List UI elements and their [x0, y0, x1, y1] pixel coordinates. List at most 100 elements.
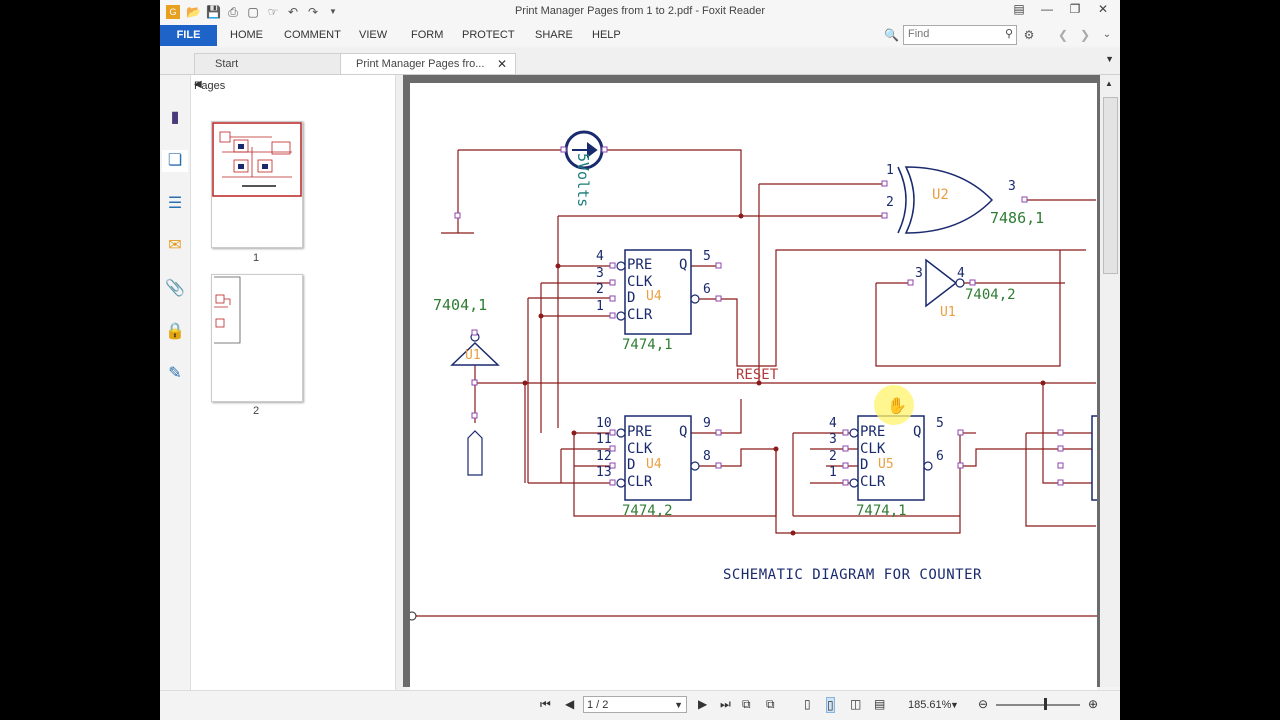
find-options-icon[interactable]: 🔍	[884, 28, 899, 42]
tab-list-dropdown-icon[interactable]: ▼	[1105, 54, 1114, 64]
continuous-page-icon[interactable]: ▯	[826, 697, 835, 713]
next-view-icon[interactable]: ⧉	[766, 697, 775, 712]
pages-icon[interactable]: ❏	[162, 150, 188, 172]
pin-number: 2	[886, 195, 894, 210]
document-tab-bar: Start Print Manager Pages fro... ✕ ▼	[160, 48, 1120, 75]
comments-icon[interactable]: ✉	[164, 235, 186, 257]
layers-icon[interactable]: ☰	[164, 193, 186, 215]
page-thumbnail-1-label: 1	[253, 252, 260, 264]
zoom-dropdown-icon[interactable]: ▼	[950, 700, 959, 710]
gate-u2-part: 7486,1	[990, 209, 1045, 227]
back-arrow-icon[interactable]: ❮	[1056, 28, 1070, 42]
document-view[interactable]: ✋ 5Volts U2 7486,1 U1 7404,2 U1 7404,1 P…	[403, 75, 1100, 693]
pin-number: 2	[829, 449, 837, 464]
pin-number: 6	[936, 449, 944, 464]
flipflop-3-part: 7474,1	[856, 503, 907, 519]
zoom-out-icon[interactable]: ⊖	[978, 697, 988, 711]
continuous-facing-icon[interactable]: ▤	[874, 697, 885, 711]
tab-start[interactable]: Start	[194, 53, 344, 74]
menu-comment[interactable]: COMMENT	[284, 29, 341, 41]
tab-document[interactable]: Print Manager Pages fro... ✕	[340, 53, 516, 74]
gear-icon[interactable]: ⚙	[1022, 28, 1036, 42]
first-page-icon[interactable]: ⏮	[540, 697, 551, 712]
collapse-ribbon-icon[interactable]: ⌄	[1100, 28, 1114, 42]
thumbnail-1-preview	[212, 122, 302, 197]
attachment-icon[interactable]: 📎	[164, 278, 186, 300]
pin-number: 10	[596, 416, 612, 431]
page-number-value: 1 / 2	[587, 699, 609, 711]
zoom-level[interactable]: 185.61%	[908, 699, 951, 711]
scroll-up-icon[interactable]: ▲	[1105, 79, 1113, 88]
pin-number: 9	[703, 416, 711, 431]
schematic-caption: SCHEMATIC DIAGRAM FOR COUNTER	[723, 567, 982, 583]
bookmark-icon[interactable]: ▮	[164, 107, 186, 129]
file-menu-button[interactable]: FILE	[160, 25, 217, 46]
inverter-left-part: 7404,1	[433, 296, 488, 314]
title-bar: G 📂 💾 ⎙ ▢ ☞ ↶ ↷ ▼ Print Manager Pages fr…	[160, 0, 1120, 25]
close-button[interactable]: ✕	[1096, 2, 1110, 16]
previous-view-icon[interactable]: ⧉	[742, 697, 751, 712]
pin-number: 4	[596, 249, 604, 264]
vertical-scrollbar[interactable]: ▲	[1100, 75, 1120, 687]
forward-arrow-icon[interactable]: ❯	[1078, 28, 1092, 42]
lock-icon[interactable]: 🔒	[164, 321, 186, 343]
pin-number: 4	[829, 416, 837, 431]
pin-number: 1	[596, 299, 604, 314]
flipflop-1-q: Q	[679, 257, 688, 273]
zoom-in-icon[interactable]: ⊕	[1088, 697, 1098, 711]
page-thumbnail-2[interactable]	[211, 274, 303, 402]
menu-view[interactable]: VIEW	[359, 29, 387, 41]
flipflop-1-part: 7474,1	[622, 337, 673, 353]
pin-number: 11	[596, 432, 612, 447]
tab-document-label: Print Manager Pages fro...	[356, 58, 485, 70]
menu-share[interactable]: SHARE	[535, 29, 573, 41]
page-number-field[interactable]: 1 / 2 ▼	[583, 696, 687, 713]
maximize-button[interactable]: ❐	[1068, 2, 1082, 16]
menu-protect[interactable]: PROTECT	[462, 29, 515, 41]
navigation-rail: ▮ ❏ ☰ ✉ 📎 🔒 ✎	[160, 75, 191, 690]
menu-help[interactable]: HELP	[592, 29, 621, 41]
previous-page-icon[interactable]: ◀	[565, 697, 574, 711]
page-thumbnail-1[interactable]	[211, 121, 303, 248]
schematic-labels: 5Volts U2 7486,1 U1 7404,2 U1 7404,1 PRE…	[410, 83, 1097, 693]
menu-form[interactable]: FORM	[411, 29, 443, 41]
collapse-panel-icon[interactable]: ◀	[194, 79, 391, 90]
pin-number: 4	[957, 266, 965, 281]
flipflop-2-id: U4	[646, 457, 662, 472]
pin-number: 3	[915, 266, 923, 281]
find-box: ⚲	[903, 25, 1017, 45]
single-page-icon[interactable]: ▯	[804, 697, 811, 711]
next-page-icon[interactable]: ▶	[698, 697, 707, 711]
pin-number: 3	[596, 266, 604, 281]
pin-number: 1	[829, 465, 837, 480]
pin-number: 13	[596, 465, 612, 480]
pin-number: 8	[703, 449, 711, 464]
vertical-scroll-thumb[interactable]	[1103, 97, 1118, 274]
last-page-icon[interactable]: ⏭	[720, 697, 731, 712]
menu-home[interactable]: HOME	[230, 29, 263, 41]
pages-panel-header: Pages ◀	[191, 75, 395, 97]
pdf-page: ✋ 5Volts U2 7486,1 U1 7404,2 U1 7404,1 P…	[410, 83, 1097, 693]
zoom-slider-knob[interactable]	[1044, 698, 1047, 710]
window-controls: ▤ — ❐ ✕	[1012, 2, 1120, 16]
page-dropdown-icon[interactable]: ▼	[674, 697, 683, 714]
reset-label: RESET	[736, 367, 779, 383]
foxit-window: G 📂 💾 ⎙ ▢ ☞ ↶ ↷ ▼ Print Manager Pages fr…	[160, 0, 1120, 720]
signature-icon[interactable]: ✎	[164, 363, 186, 385]
window-title: Print Manager Pages from 1 to 2.pdf - Fo…	[514, 5, 766, 17]
zoom-slider[interactable]	[996, 704, 1080, 706]
pin-number: 12	[596, 449, 612, 464]
inverter-left-label: U1	[465, 348, 481, 363]
find-input[interactable]	[904, 26, 996, 42]
search-icon[interactable]: ⚲	[1005, 27, 1013, 40]
gate-u2-label: U2	[932, 187, 949, 203]
facing-pages-icon[interactable]: ◫	[850, 697, 861, 711]
tab-start-label: Start	[215, 58, 239, 70]
minimize-button[interactable]: —	[1040, 2, 1054, 16]
close-tab-icon[interactable]: ✕	[497, 54, 507, 75]
inverter-top-part: 7404,2	[965, 287, 1016, 303]
restore-layout-icon[interactable]: ▤	[1012, 2, 1026, 16]
pin-number: 5	[703, 249, 711, 264]
pin-number: 1	[886, 163, 894, 178]
page-thumbnail-2-label: 2	[253, 405, 260, 417]
